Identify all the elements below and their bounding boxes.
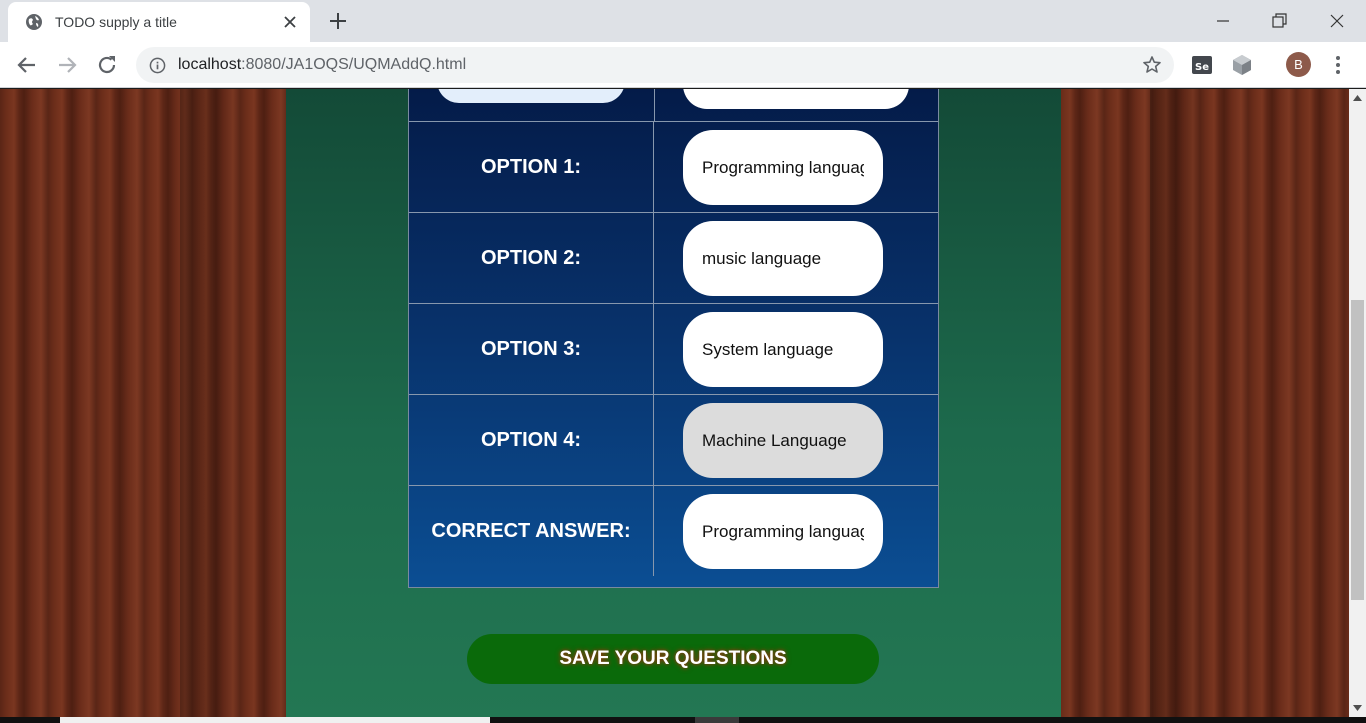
scroll-up-arrow-icon[interactable]: [1353, 95, 1362, 101]
site-info-icon[interactable]: [149, 57, 166, 74]
tab-strip: TODO supply a title: [0, 0, 1366, 42]
option-label: OPTION 1:: [409, 122, 654, 212]
address-bar[interactable]: localhost:8080/JA1OQS/UQMAddQ.html: [136, 47, 1174, 83]
globe-icon: [26, 14, 42, 30]
question-form-table: OPTION 1: OPTION 2: OPTION 3: OPTION 4:: [408, 89, 939, 588]
url-host: localhost: [178, 56, 242, 73]
option-row-1: OPTION 1:: [409, 121, 938, 212]
save-questions-button[interactable]: SAVE YOUR QUESTIONS: [467, 634, 879, 684]
url-path: :8080/JA1OQS/UQMAddQ.html: [241, 56, 467, 73]
cube-extension-icon[interactable]: [1230, 53, 1254, 77]
tab-title: TODO supply a title: [55, 14, 177, 30]
option-cell: [655, 486, 938, 576]
bookmark-star-icon[interactable]: [1142, 55, 1162, 75]
option-row-2: OPTION 2:: [409, 212, 938, 303]
option-row-4: OPTION 4:: [409, 394, 938, 485]
scroll-down-arrow-icon[interactable]: [1353, 705, 1362, 711]
question-row-partial: [409, 89, 938, 121]
option-1-input[interactable]: [683, 130, 883, 205]
wood-background: [1150, 89, 1210, 717]
option-row-3: OPTION 3:: [409, 303, 938, 394]
kebab-menu-icon[interactable]: [1330, 53, 1346, 77]
minimize-icon[interactable]: [1212, 10, 1234, 32]
correct-answer-row: CORRECT ANSWER:: [409, 485, 938, 576]
taskbar-segment: [60, 717, 490, 723]
option-label: OPTION 2:: [409, 213, 654, 303]
scrollbar-thumb[interactable]: [1351, 300, 1364, 600]
question-textarea[interactable]: [683, 89, 909, 109]
browser-tab[interactable]: TODO supply a title: [8, 2, 310, 42]
option-cell: [655, 304, 938, 394]
option-3-input[interactable]: [683, 312, 883, 387]
selenium-extension-icon[interactable]: Se: [1190, 53, 1214, 77]
reload-icon[interactable]: [95, 53, 119, 77]
svg-text:Se: Se: [1195, 62, 1209, 73]
back-arrow-icon[interactable]: [15, 53, 39, 77]
option-label: OPTION 4:: [409, 395, 654, 485]
restore-icon[interactable]: [1268, 10, 1290, 32]
browser-toolbar: localhost:8080/JA1OQS/UQMAddQ.html Se B: [0, 42, 1366, 88]
forward-arrow-icon[interactable]: [55, 53, 79, 77]
question-label-pill: [437, 89, 625, 103]
new-tab-icon[interactable]: [328, 11, 348, 31]
wood-background: [180, 89, 240, 717]
option-label: OPTION 3:: [409, 304, 654, 394]
close-tab-icon[interactable]: [282, 14, 298, 30]
option-4-input[interactable]: [683, 403, 883, 478]
vertical-scrollbar[interactable]: [1349, 89, 1366, 717]
close-window-icon[interactable]: [1326, 10, 1348, 32]
url-text[interactable]: localhost:8080/JA1OQS/UQMAddQ.html: [178, 56, 1142, 74]
content-panel: OPTION 1: OPTION 2: OPTION 3: OPTION 4:: [286, 89, 1061, 717]
option-2-input[interactable]: [683, 221, 883, 296]
option-cell: [655, 122, 938, 212]
profile-avatar[interactable]: B: [1286, 52, 1311, 77]
correct-answer-input[interactable]: [683, 494, 883, 569]
correct-answer-label: CORRECT ANSWER:: [409, 486, 654, 576]
option-cell: [655, 395, 938, 485]
page-viewport: OPTION 1: OPTION 2: OPTION 3: OPTION 4:: [0, 89, 1349, 717]
taskbar-edge: [0, 717, 1366, 723]
column-divider: [654, 89, 655, 121]
taskbar-segment: [695, 717, 739, 723]
option-cell: [655, 213, 938, 303]
